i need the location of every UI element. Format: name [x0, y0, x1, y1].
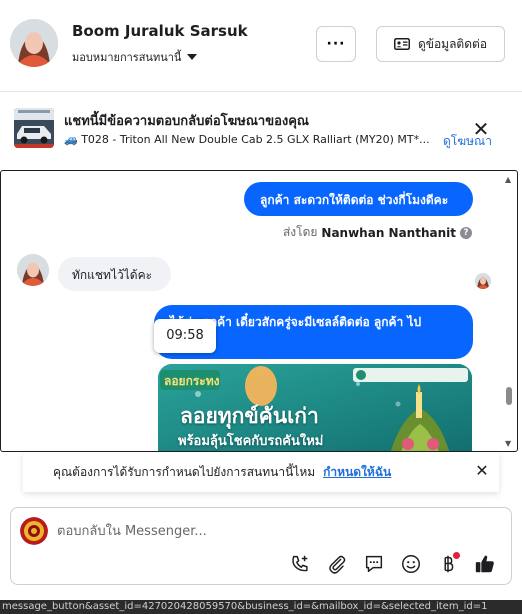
- phone-plus-icon[interactable]: [288, 552, 312, 576]
- promo-subheadline: พร้อมลุ้นโชคกับรถคันใหม่: [178, 434, 324, 449]
- composer-toolbar: [288, 552, 497, 576]
- scrollbar-thumb[interactable]: [506, 387, 512, 405]
- seen-avatar: [475, 273, 491, 289]
- baht-icon[interactable]: [436, 552, 460, 576]
- contact-name: Boom Juraluk Sarsuk: [72, 22, 248, 40]
- assign-to-me-link[interactable]: กำหนดให้ฉัน: [323, 463, 391, 482]
- paperclip-icon[interactable]: [325, 552, 349, 576]
- view-contact-label: ดูข้อมูลติดต่อ: [417, 36, 488, 51]
- chat-bubble-icon[interactable]: [362, 552, 386, 576]
- ad-banner-title: แชทนี้มีข้อความตอบกลับต่อโฆษณาของคุณ: [64, 114, 309, 129]
- ad-reply-banner: [0, 92, 522, 170]
- timestamp-tooltip: 09:58: [154, 319, 216, 353]
- assign-label: มอบหมายการสนทนานี้: [72, 51, 182, 64]
- message-thread[interactable]: ลูกค้า สะดวกให้ติดต่อ ช่วงกี่โมงดีคะ ส่ง…: [0, 170, 518, 452]
- emoji-icon[interactable]: [399, 552, 423, 576]
- promo-image[interactable]: ลอยกระทง ลอยทุกข์คันเก่า พร้อมลุ้นโชคกับ…: [158, 364, 472, 451]
- view-contact-button[interactable]: ดูข้อมูลติดต่อ: [376, 26, 505, 62]
- reply-input[interactable]: [57, 518, 477, 544]
- notification-dot: [453, 552, 460, 559]
- thumbs-up-icon[interactable]: [473, 552, 497, 576]
- help-icon[interactable]: ?: [460, 226, 472, 239]
- sender-avatar[interactable]: [17, 254, 49, 286]
- page-avatar: [20, 517, 48, 545]
- ad-subtitle: 🚙 T028 - Triton All New Double Cab 2.5 G…: [64, 133, 430, 146]
- scroll-down-icon[interactable]: ▼: [505, 439, 511, 448]
- sent-by-name: Nanwhan Nanthanit: [321, 225, 456, 240]
- scrollbar[interactable]: ▲ ▼: [503, 171, 515, 451]
- conversation-header: Boom Juraluk Sarsuk มอบหมายการสนทนานี้ ·…: [0, 0, 522, 92]
- promo-badge: ลอยกระทง: [164, 374, 220, 388]
- browser-status-bar: message_button&asset_id=427020428059570&…: [0, 600, 522, 614]
- scroll-up-icon[interactable]: ▲: [505, 175, 511, 184]
- promo-headline: ลอยทุกข์คันเก่า: [180, 404, 319, 428]
- sent-by-prefix: ส่งโดย: [282, 225, 318, 239]
- contact-card-icon: [393, 38, 410, 50]
- incoming-message[interactable]: ทักแชทไว้ได้คะ: [58, 257, 171, 291]
- chevron-down-icon: [187, 54, 198, 60]
- sent-by-label: ส่งโดย Nanwhan Nanthanit ?: [283, 223, 472, 242]
- assign-notice-text: คุณต้องการได้รับการกำหนดไปยังการสนทนานี้…: [53, 464, 316, 479]
- close-icon[interactable]: ✕: [470, 118, 492, 140]
- more-options-button[interactable]: ···: [316, 26, 356, 62]
- close-icon[interactable]: ✕: [473, 462, 491, 480]
- assign-notice: คุณต้องการได้รับการกำหนดไปยังการสนทนานี้…: [23, 452, 499, 492]
- message-composer: [10, 507, 512, 585]
- ad-thumbnail[interactable]: [14, 108, 54, 148]
- outgoing-message[interactable]: ลูกค้า สะดวกให้ติดต่อ ช่วงกี่โมงดีคะ: [244, 182, 473, 216]
- assign-dropdown[interactable]: มอบหมายการสนทนานี้: [72, 48, 198, 66]
- avatar[interactable]: [10, 19, 58, 67]
